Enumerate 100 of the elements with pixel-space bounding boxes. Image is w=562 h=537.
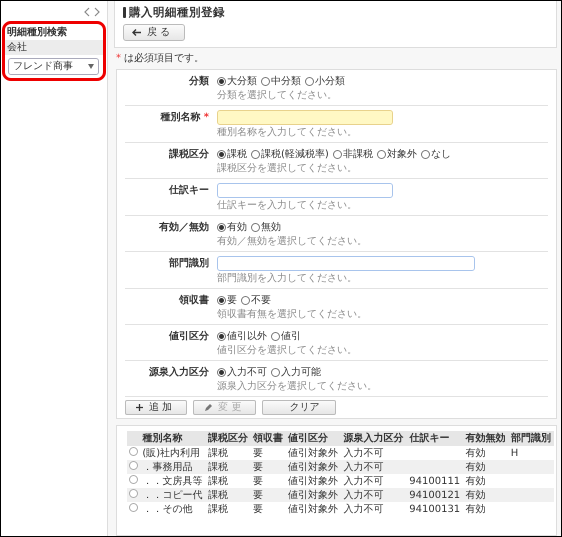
input-field[interactable] bbox=[217, 183, 393, 198]
radio-button[interactable] bbox=[217, 368, 226, 376]
radio-button[interactable] bbox=[271, 368, 280, 376]
radio-button[interactable] bbox=[332, 150, 342, 158]
hint-text: 分類を選択してください。 bbox=[217, 90, 338, 102]
table-cell: 要 bbox=[253, 504, 264, 514]
field-label: 値引区分 bbox=[168, 330, 210, 344]
radio-option[interactable]: 入力可能 bbox=[271, 366, 321, 378]
table-cell: 課税 bbox=[208, 490, 228, 500]
chevron-left-icon[interactable] bbox=[83, 7, 90, 17]
plus-icon bbox=[136, 404, 143, 411]
table-cell: 要 bbox=[253, 476, 264, 486]
radio-button[interactable] bbox=[217, 222, 226, 232]
field-label: 部門識別 bbox=[168, 256, 210, 271]
hint-text: 課税区分を選択してください。 bbox=[217, 163, 358, 175]
table-cell: 94100111 bbox=[409, 476, 460, 486]
table-cell: 要 bbox=[253, 448, 264, 458]
hint-text: 源泉入力区分を選択してください。 bbox=[217, 381, 378, 393]
radio-option[interactable]: 小分類 bbox=[305, 74, 345, 88]
radio-option[interactable]: 要 bbox=[217, 294, 237, 306]
radio-option[interactable]: 無効 bbox=[251, 220, 281, 234]
radio-option[interactable]: 中分類 bbox=[261, 74, 301, 88]
field-label: 分類 bbox=[188, 74, 210, 89]
column-header: 種別名称 bbox=[140, 431, 206, 446]
table-cell: 94100131 bbox=[409, 504, 460, 514]
table-cell: 値引対象外 bbox=[288, 462, 338, 472]
table-cell: 有効 bbox=[466, 476, 486, 486]
radio-button[interactable] bbox=[217, 150, 226, 158]
radio-option[interactable]: 値引以外 bbox=[217, 330, 267, 342]
table-cell: 有効 bbox=[466, 462, 486, 472]
radio-button[interactable] bbox=[251, 222, 260, 232]
input-field[interactable] bbox=[217, 256, 475, 271]
radio-option[interactable]: 不要 bbox=[241, 294, 271, 306]
caret-icon bbox=[88, 64, 94, 69]
heading-marker-icon bbox=[123, 7, 126, 18]
pencil-icon bbox=[204, 404, 212, 412]
field-label: 課税区分 bbox=[168, 148, 210, 162]
radio-option[interactable]: 対象外 bbox=[376, 148, 417, 160]
table-cell: 課税 bbox=[208, 462, 228, 472]
hint-text: 領収書有無を選択してください。 bbox=[217, 309, 368, 321]
column-header: 有効無効 bbox=[464, 431, 509, 446]
table-cell: 値引対象外 bbox=[288, 504, 338, 514]
company-select[interactable]: フレンド商事 bbox=[8, 58, 99, 75]
radio-button[interactable] bbox=[271, 332, 280, 340]
table-cell: 課税 bbox=[208, 504, 228, 514]
radio-option[interactable]: 入力不可 bbox=[217, 366, 267, 378]
column-header: 領収書 bbox=[251, 431, 286, 446]
radio-option[interactable]: なし bbox=[420, 148, 451, 160]
table-cell: 要 bbox=[253, 490, 264, 500]
radio-button[interactable] bbox=[217, 76, 226, 86]
radio-button[interactable] bbox=[129, 446, 138, 456]
radio-button[interactable] bbox=[129, 488, 138, 498]
action-button[interactable]: クリア bbox=[262, 400, 336, 415]
radio-button[interactable] bbox=[129, 502, 138, 512]
panel-title: 明細種別検索 bbox=[6, 26, 68, 40]
radio-button[interactable] bbox=[129, 474, 138, 484]
table-cell: 94100121 bbox=[409, 490, 460, 500]
table-cell: 有効 bbox=[466, 504, 486, 514]
column-header: 部門識別 bbox=[508, 431, 554, 446]
radio-button[interactable] bbox=[261, 76, 270, 86]
table-cell: 入力不可 bbox=[344, 504, 384, 514]
action-button[interactable]: 追 加 bbox=[125, 400, 188, 415]
radio-button[interactable] bbox=[217, 332, 226, 340]
radio-option[interactable]: 大分類 bbox=[217, 74, 257, 88]
radio-button[interactable] bbox=[305, 76, 314, 86]
table-cell: 値引対象外 bbox=[288, 490, 338, 500]
hint-text: 有効／無効を選択してください。 bbox=[217, 236, 368, 248]
radio-button[interactable] bbox=[376, 150, 386, 158]
back-button[interactable]: 戻 る bbox=[123, 24, 186, 41]
radio-option[interactable]: 値引 bbox=[271, 330, 301, 342]
table-cell: 入力不可 bbox=[344, 490, 384, 500]
input-field[interactable] bbox=[217, 110, 393, 125]
radio-button[interactable] bbox=[251, 150, 260, 158]
hint-text: 仕訳キーを入力してください。 bbox=[217, 200, 358, 212]
table-cell: ．．コピー代 bbox=[142, 490, 202, 500]
hint-text: 値引区分を選択してください。 bbox=[217, 345, 358, 357]
column-header: 源泉入力区分 bbox=[342, 431, 408, 446]
radio-option[interactable]: 有効 bbox=[217, 220, 247, 234]
radio-button[interactable] bbox=[241, 296, 250, 304]
radio-button[interactable] bbox=[420, 150, 430, 158]
hint-text: 種別名称を入力してください。 bbox=[217, 127, 358, 139]
radio-button[interactable] bbox=[217, 296, 226, 304]
table-cell: 要 bbox=[253, 462, 264, 472]
table-cell: (販)社内利用 bbox=[142, 448, 200, 458]
table-cell: 値引対象外 bbox=[288, 448, 338, 458]
radio-option[interactable]: 非課税 bbox=[332, 148, 373, 160]
table-cell: 入力不可 bbox=[344, 448, 384, 458]
field-label: 仕訳キー bbox=[168, 184, 210, 198]
column-header: 値引区分 bbox=[286, 431, 342, 446]
column-header: 課税区分 bbox=[206, 431, 252, 446]
radio-button[interactable] bbox=[129, 460, 138, 470]
table-cell: 入力不可 bbox=[344, 476, 384, 486]
table-cell: ．事務用品 bbox=[142, 462, 192, 472]
table-cell: 課税 bbox=[208, 476, 228, 486]
table-cell: ．．文房具等 bbox=[142, 476, 202, 486]
table-cell: 有効 bbox=[466, 448, 486, 458]
arrow-left-icon bbox=[132, 29, 141, 36]
radio-option[interactable]: 課税 bbox=[217, 148, 247, 160]
chevron-right-icon[interactable] bbox=[94, 7, 101, 17]
radio-option[interactable]: 課税(軽減税率) bbox=[251, 148, 329, 160]
